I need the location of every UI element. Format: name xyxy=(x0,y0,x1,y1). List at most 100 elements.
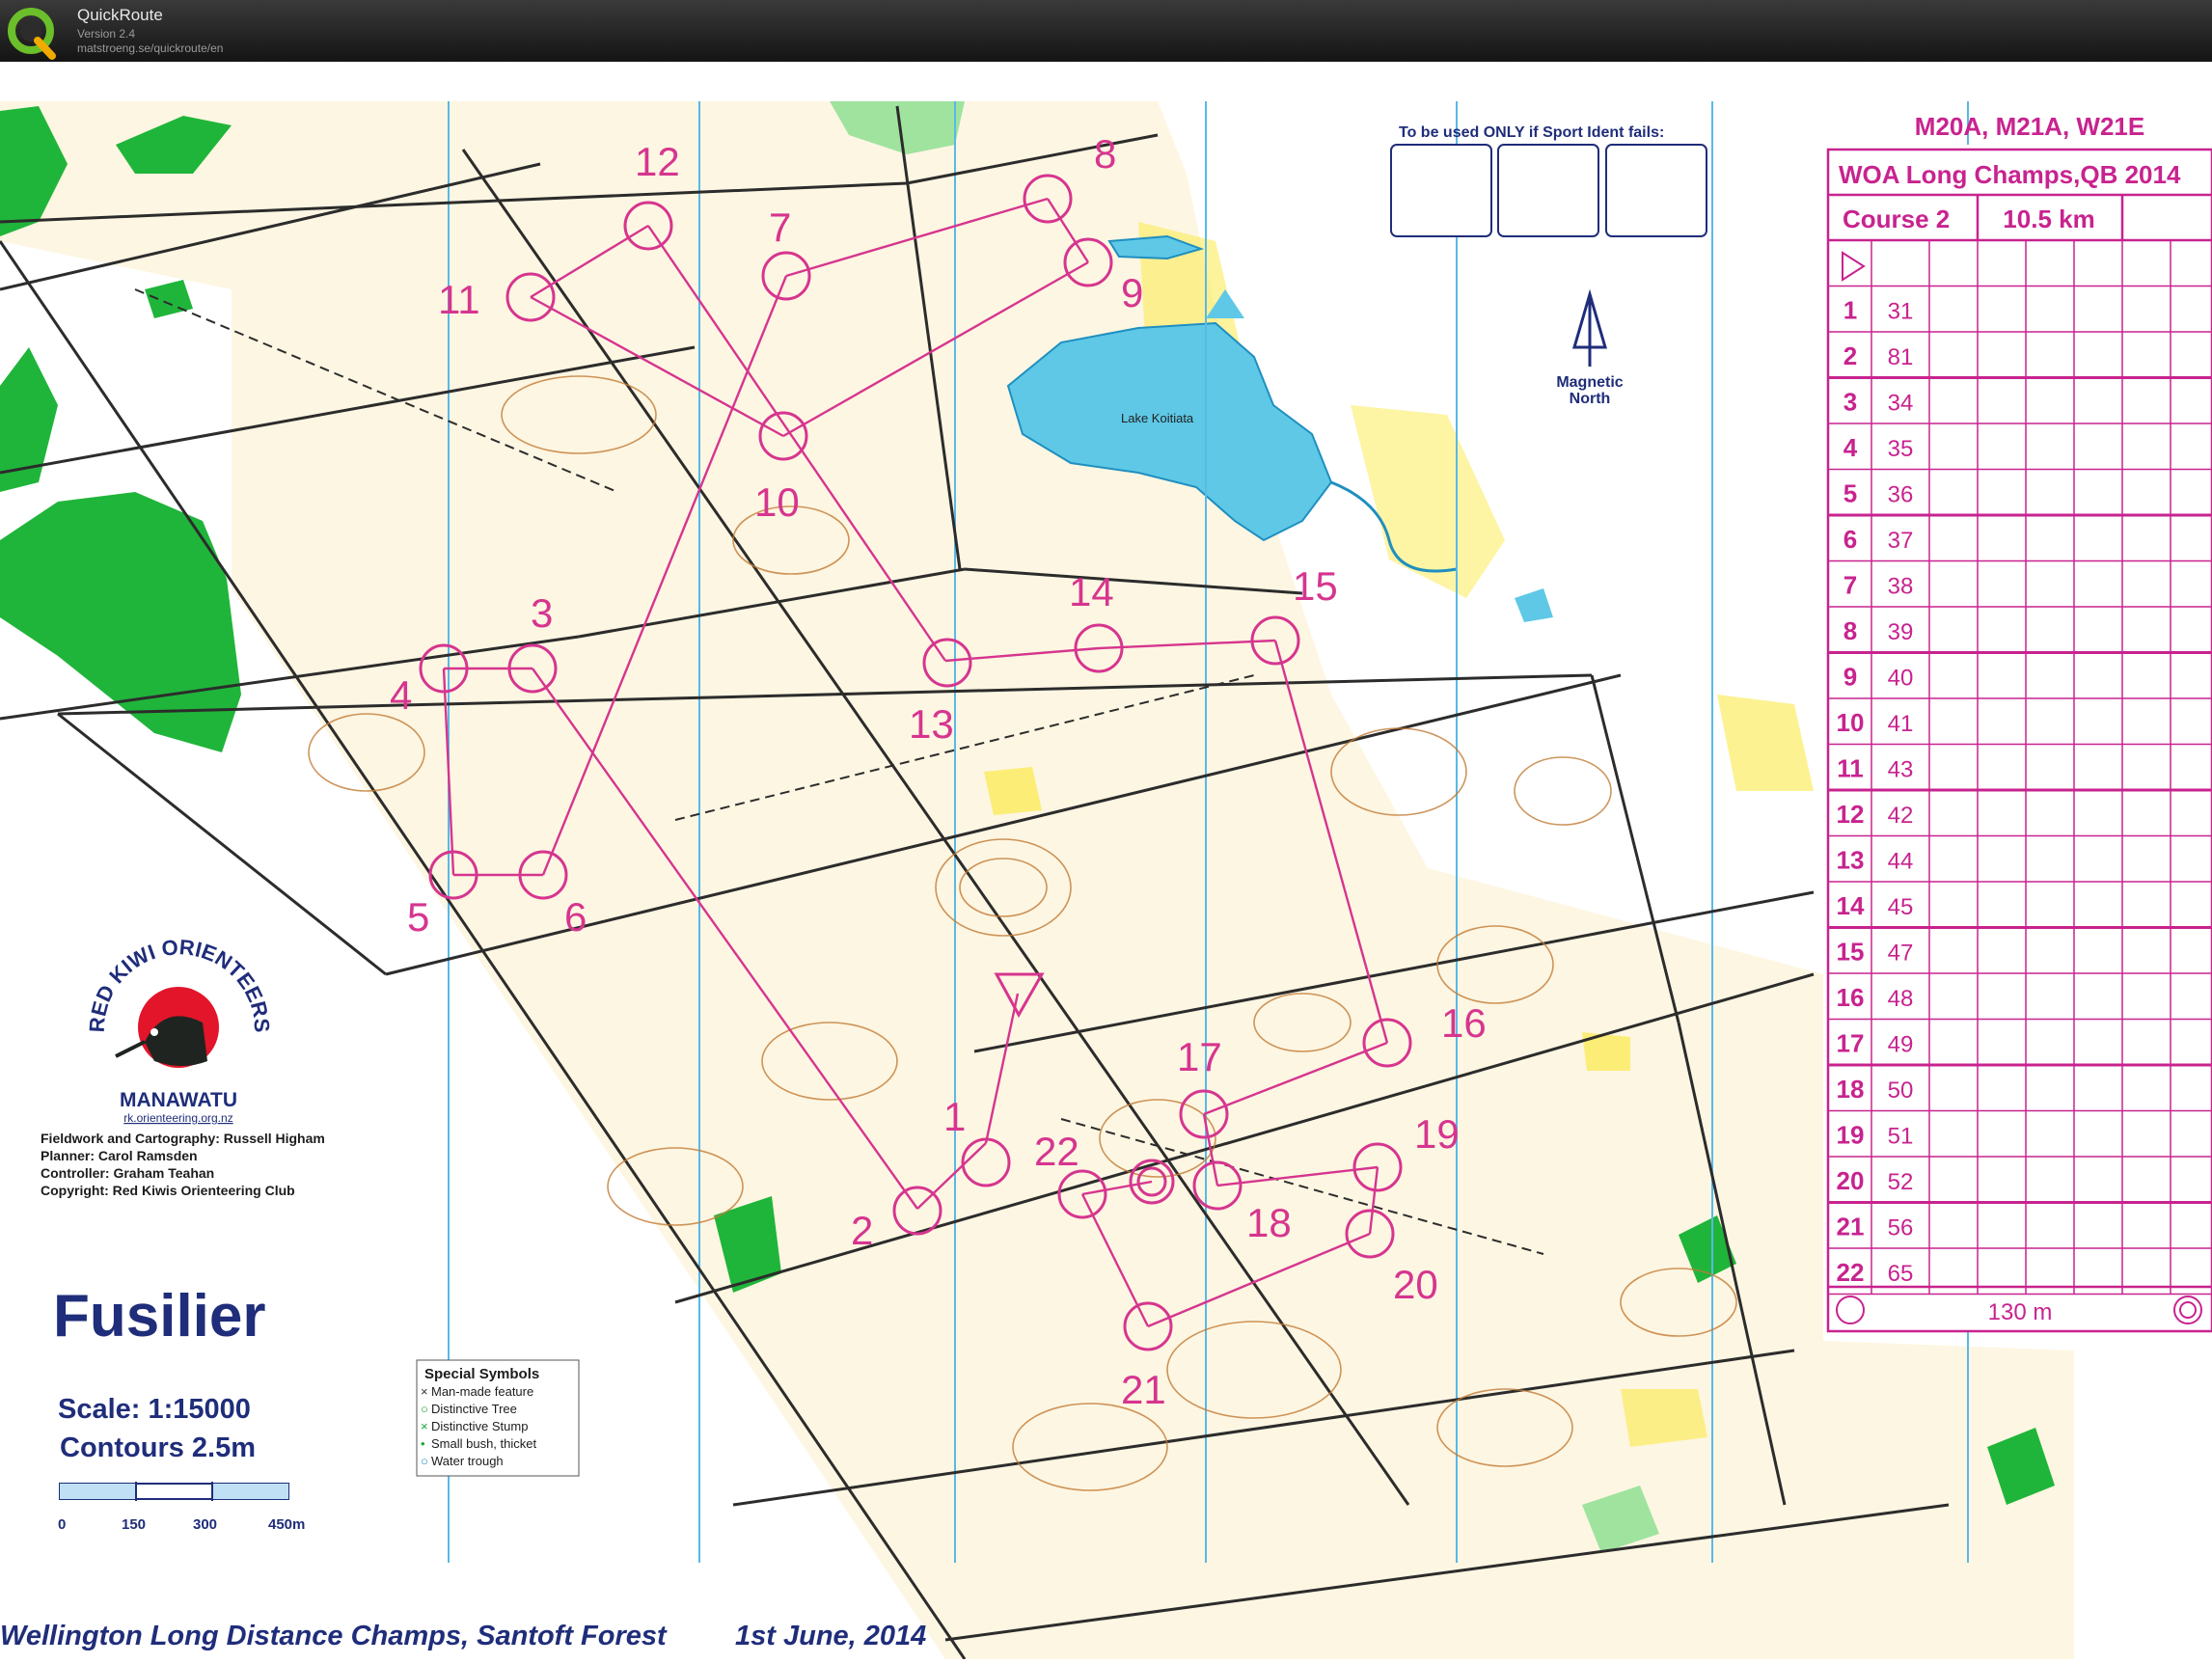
control-desc-code: 45 xyxy=(1888,894,1914,920)
control-desc-code: 39 xyxy=(1888,619,1914,645)
control-desc-code: 47 xyxy=(1888,941,1914,967)
map-title: Fusilier xyxy=(53,1283,266,1350)
control-desc-number: 1 xyxy=(1843,296,1857,325)
sport-ident-note: To be used ONLY if Sport Ident fails: xyxy=(1399,124,1664,141)
legend-item-label: Man-made feature xyxy=(431,1384,533,1399)
control-number-2: 2 xyxy=(851,1208,873,1253)
control-number-4: 4 xyxy=(390,672,412,718)
control-desc-number: 2 xyxy=(1843,341,1857,370)
scale-tick-300: 300 xyxy=(193,1516,217,1533)
legend-symbol-icon: ○ xyxy=(421,1454,428,1468)
control-number-20: 20 xyxy=(1393,1262,1438,1307)
control-number-5: 5 xyxy=(407,894,429,940)
legend-symbol-icon: × xyxy=(421,1384,428,1399)
control-desc-number: 18 xyxy=(1837,1075,1865,1104)
control-number-1: 1 xyxy=(943,1094,966,1139)
control-desc-code: 31 xyxy=(1888,299,1914,325)
control-number-22: 22 xyxy=(1034,1129,1079,1174)
course-length: 10.5 km xyxy=(2003,205,2094,233)
control-number-12: 12 xyxy=(635,139,680,184)
control-desc-number: 15 xyxy=(1837,938,1865,967)
control-number-10: 10 xyxy=(754,479,800,525)
control-desc-code: 56 xyxy=(1888,1215,1914,1241)
control-desc-code: 37 xyxy=(1888,528,1914,554)
control-desc-number: 7 xyxy=(1843,571,1857,600)
credit-copyright: Copyright: Red Kiwis Orienteering Club xyxy=(41,1183,295,1198)
control-desc-code: 43 xyxy=(1888,757,1914,783)
control-number-8: 8 xyxy=(1094,131,1116,177)
control-desc-number: 22 xyxy=(1837,1258,1865,1287)
control-desc-number: 14 xyxy=(1837,891,1865,920)
control-desc-number: 6 xyxy=(1843,525,1857,554)
control-desc-number: 10 xyxy=(1837,708,1865,737)
control-desc-code: 41 xyxy=(1888,711,1914,737)
control-number-13: 13 xyxy=(909,701,954,747)
control-desc-number: 20 xyxy=(1837,1166,1865,1195)
legend-symbol-icon: • xyxy=(421,1436,425,1451)
scale-tick-150: 150 xyxy=(122,1516,146,1533)
control-number-3: 3 xyxy=(531,590,553,636)
control-desc-code: 52 xyxy=(1888,1169,1914,1195)
control-number-9: 9 xyxy=(1121,270,1143,315)
title-bar: QuickRoute Version 2.4 matstroeng.se/qui… xyxy=(0,0,2212,62)
legend-item-label: Small bush, thicket xyxy=(431,1436,536,1451)
control-desc-code: 34 xyxy=(1888,391,1914,417)
control-desc-number: 3 xyxy=(1843,388,1857,417)
scale-tick-0: 0 xyxy=(58,1516,66,1533)
legend-item-label: Distinctive Tree xyxy=(431,1402,517,1416)
legend-item-label: Distinctive Stump xyxy=(431,1419,528,1433)
legend-title: Special Symbols xyxy=(424,1366,539,1382)
north-label-1: Magnetic xyxy=(1556,374,1623,391)
map-contours: Contours 2.5m xyxy=(60,1432,256,1463)
control-desc-code: 51 xyxy=(1888,1124,1914,1150)
course-classes: M20A, M21A, W21E xyxy=(1915,112,2144,141)
control-number-16: 16 xyxy=(1441,1000,1487,1046)
footer-event: Wellington Long Distance Champs, Santoft… xyxy=(0,1621,668,1651)
course-name: Course 2 xyxy=(1843,205,1950,233)
event-name: WOA Long Champs,QB 2014 xyxy=(1839,160,2181,189)
finish-distance: 130 m xyxy=(1988,1299,2053,1325)
backup-punch-box-3 xyxy=(1605,144,1707,237)
control-number-18: 18 xyxy=(1246,1200,1292,1245)
lake-label: Lake Koitiata xyxy=(1121,411,1194,425)
control-number-7: 7 xyxy=(769,205,791,250)
legend-symbol-icon: × xyxy=(421,1419,428,1433)
control-desc-code: 36 xyxy=(1888,482,1914,508)
control-description-sheet: M20A, M21A, W21E WOA Long Champs,QB 2014… xyxy=(1825,112,2212,1333)
club-url[interactable]: rk.orienteering.org.nz xyxy=(123,1111,232,1125)
control-desc-number: 16 xyxy=(1837,983,1865,1012)
control-desc-number: 8 xyxy=(1843,616,1857,645)
control-number-19: 19 xyxy=(1414,1111,1460,1157)
control-desc-code: 65 xyxy=(1888,1261,1914,1287)
control-desc-number: 17 xyxy=(1837,1029,1865,1058)
control-number-11: 11 xyxy=(438,277,480,322)
quickroute-logo-icon xyxy=(6,4,64,60)
control-desc-code: 50 xyxy=(1888,1078,1914,1104)
control-number-21: 21 xyxy=(1121,1367,1166,1412)
control-desc-number: 9 xyxy=(1843,663,1857,692)
control-desc-number: 11 xyxy=(1837,754,1864,783)
control-number-6: 6 xyxy=(564,894,587,940)
app-url: matstroeng.se/quickroute/en xyxy=(77,41,224,55)
control-desc-code: 35 xyxy=(1888,436,1914,462)
backup-punch-box-2 xyxy=(1497,144,1599,237)
control-desc-code: 38 xyxy=(1888,574,1914,600)
control-number-17: 17 xyxy=(1177,1034,1222,1079)
legend-symbol-icon: ○ xyxy=(421,1402,428,1416)
control-desc-number: 19 xyxy=(1837,1121,1865,1150)
control-desc-code: 40 xyxy=(1888,666,1914,692)
control-desc-number: 12 xyxy=(1837,800,1865,829)
control-desc-code: 81 xyxy=(1888,344,1914,370)
control-desc-code: 48 xyxy=(1888,986,1914,1012)
control-number-15: 15 xyxy=(1293,563,1338,609)
scale-tick-450: 450m xyxy=(268,1516,305,1533)
control-desc-number: 5 xyxy=(1843,479,1857,508)
orienteering-map[interactable]: Lake Koitiata 1 2 3 4 5 6 7 8 9 10 11 12… xyxy=(0,101,2212,1660)
legend-item-label: Water trough xyxy=(431,1454,504,1468)
app-title: QuickRoute xyxy=(77,6,163,24)
north-label-2: North xyxy=(1570,391,1611,407)
control-number-14: 14 xyxy=(1069,569,1114,614)
credit-controller: Controller: Graham Teahan xyxy=(41,1165,214,1181)
control-desc-number: 4 xyxy=(1843,433,1858,462)
special-symbols-legend: Special Symbols × Man-made feature ○ Dis… xyxy=(416,1359,580,1477)
